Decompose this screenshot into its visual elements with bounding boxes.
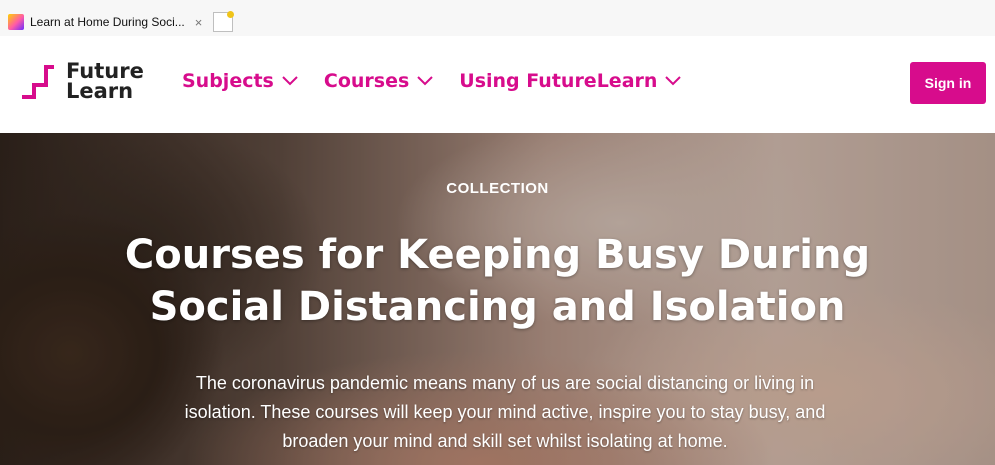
main-nav: Subjects Courses Using FutureLearn — [182, 70, 682, 92]
browser-tab-bar: Learn at Home During Soci... × — [0, 0, 995, 37]
hero-banner: COLLECTION Courses for Keeping Busy Duri… — [0, 133, 995, 465]
close-tab-icon[interactable]: × — [195, 15, 203, 30]
logo[interactable]: Future Learn — [20, 59, 144, 103]
new-tab-icon[interactable] — [213, 11, 234, 32]
chevron-down-icon — [282, 76, 298, 86]
site-header: Future Learn Subjects Courses Using Futu… — [0, 36, 995, 133]
hero-description: The coronavirus pandemic means many of u… — [184, 373, 826, 451]
nav-courses-label: Courses — [323, 70, 410, 92]
logo-line-2: Learn — [66, 79, 134, 103]
sign-in-button[interactable]: Sign in — [910, 62, 986, 104]
favicon-icon — [8, 14, 24, 30]
nav-using-futurelearn[interactable]: Using FutureLearn — [459, 70, 682, 92]
futurelearn-logo-icon — [22, 65, 54, 99]
browser-tab[interactable]: Learn at Home During Soci... × — [8, 9, 210, 35]
chevron-down-icon — [665, 76, 682, 86]
logo-line-1: Future — [66, 59, 144, 83]
nav-using-futurelearn-label: Using FutureLearn — [459, 70, 658, 92]
hero-overline: COLLECTION — [446, 180, 549, 197]
nav-subjects-label: Subjects — [182, 70, 274, 92]
nav-courses[interactable]: Courses — [324, 70, 433, 92]
chevron-down-icon — [417, 76, 433, 86]
browser-tab-title: Learn at Home During Soci... — [30, 15, 185, 29]
logo-text: Future Learn — [66, 59, 144, 103]
page-title: Courses for Keeping Busy During Social D… — [124, 232, 871, 330]
nav-subjects[interactable]: Subjects — [182, 70, 298, 92]
